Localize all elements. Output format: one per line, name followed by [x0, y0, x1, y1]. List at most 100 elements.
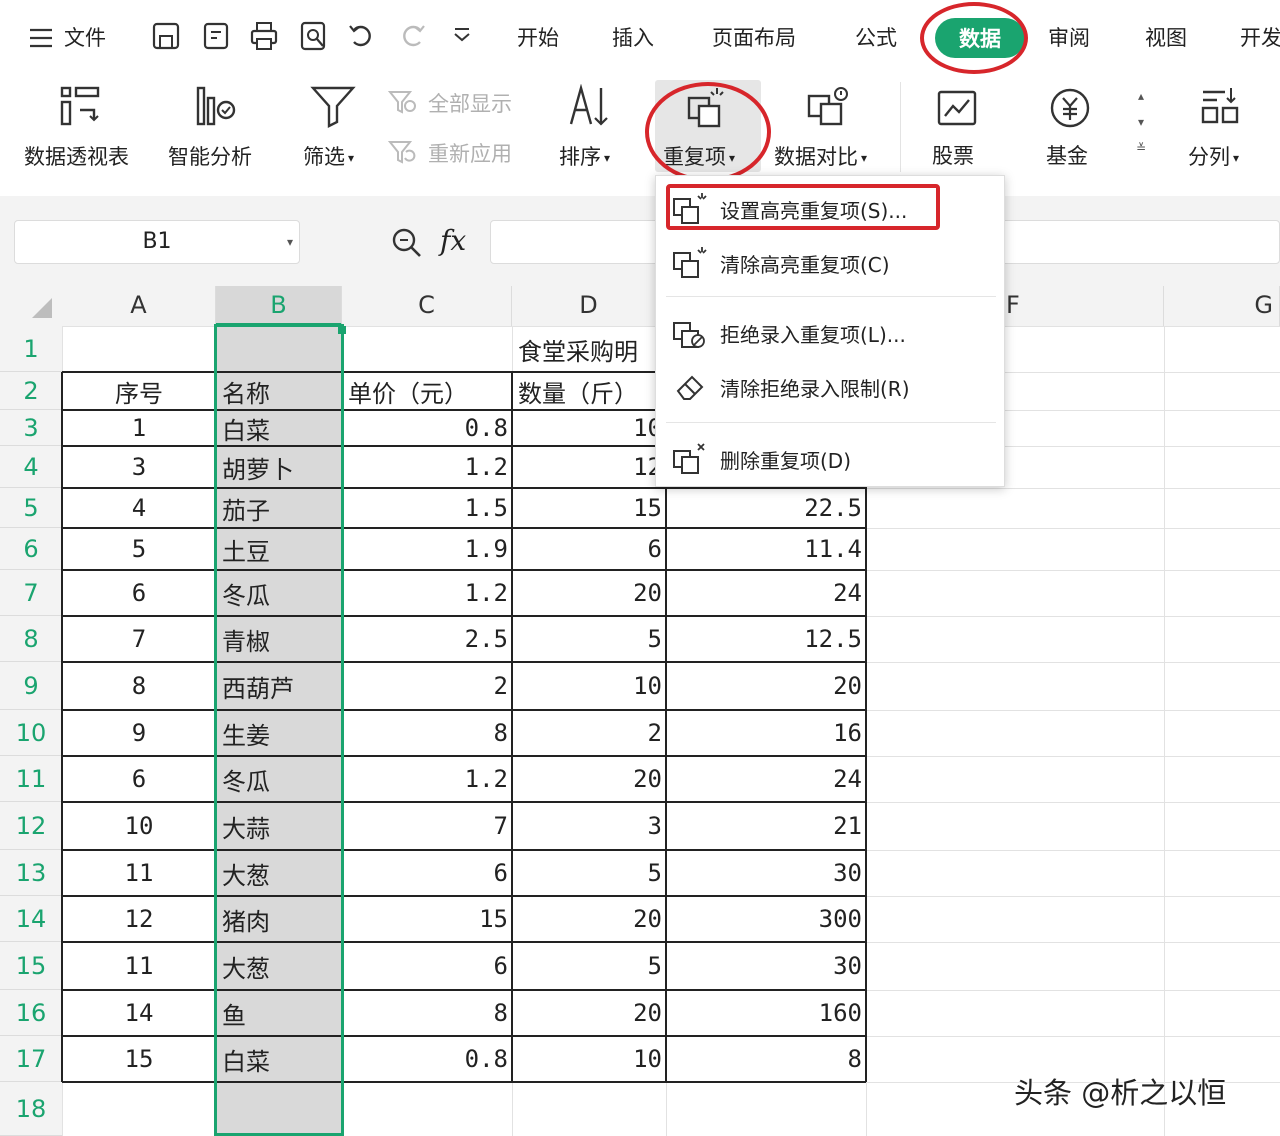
cell-qty[interactable]: 10: [512, 1036, 666, 1082]
cell-seq[interactable]: 5: [62, 528, 216, 570]
cell-price[interactable]: 1.9: [342, 528, 512, 570]
cell-seq[interactable]: 6: [62, 756, 216, 802]
cell-price[interactable]: 1.2: [342, 756, 512, 802]
chevron-down-icon[interactable]: ▾: [287, 221, 293, 263]
sort-label[interactable]: 排序 ▾: [559, 141, 610, 171]
funds-icon[interactable]: [1043, 86, 1097, 130]
cell-qty[interactable]: 12: [512, 446, 666, 488]
name-box[interactable]: B1 ▾: [14, 220, 300, 264]
cell-seq[interactable]: 8: [62, 662, 216, 710]
row-header[interactable]: 2: [0, 372, 62, 410]
cell-seq[interactable]: 7: [62, 616, 216, 662]
row-header[interactable]: 14: [0, 896, 62, 942]
cell-price[interactable]: 1.2: [342, 570, 512, 616]
tab-formulas[interactable]: 公式: [855, 22, 897, 52]
cell-seq[interactable]: 11: [62, 942, 216, 990]
sheet-title-cell[interactable]: 食堂采购明: [512, 326, 662, 372]
cell-name[interactable]: 土豆: [216, 528, 342, 570]
data-compare-icon[interactable]: [800, 84, 854, 128]
tab-insert[interactable]: 插入: [612, 22, 654, 52]
cell-price[interactable]: 1.5: [342, 488, 512, 528]
menu-file[interactable]: 文件: [64, 22, 106, 52]
cell-qty[interactable]: 5: [512, 850, 666, 896]
row-header[interactable]: 12: [0, 802, 62, 850]
zoom-search-icon[interactable]: [390, 226, 424, 260]
cell-name[interactable]: 鱼: [216, 990, 342, 1036]
scroll-down-icon[interactable]: ▾: [1133, 112, 1149, 132]
cell-price[interactable]: 2: [342, 662, 512, 710]
cell-seq[interactable]: 11: [62, 850, 216, 896]
cell-qty[interactable]: 10: [512, 410, 666, 446]
stocks-label[interactable]: 股票: [932, 140, 974, 170]
cell-name[interactable]: 白菜: [216, 1036, 342, 1082]
sort-icon[interactable]: [562, 84, 616, 128]
cell-price[interactable]: 15: [342, 896, 512, 942]
stocks-icon[interactable]: [930, 86, 984, 130]
cell-qty[interactable]: 20: [512, 756, 666, 802]
menu-item-set-highlight-duplicates[interactable]: 设置高亮重复项(S)...: [656, 184, 1004, 234]
cell-name[interactable]: 白菜: [216, 410, 342, 446]
column-header-d[interactable]: D: [512, 286, 666, 326]
cell-total[interactable]: 20: [666, 662, 866, 710]
header-cell-seq[interactable]: 序号: [62, 372, 216, 410]
row-header[interactable]: 17: [0, 1036, 62, 1082]
cell-seq[interactable]: 10: [62, 802, 216, 850]
cell-name[interactable]: 胡萝卜: [216, 446, 342, 488]
cell-total[interactable]: 30: [666, 942, 866, 990]
cell-price[interactable]: 6: [342, 942, 512, 990]
cell-qty[interactable]: 20: [512, 570, 666, 616]
tab-home[interactable]: 开始: [517, 22, 559, 52]
cell-name[interactable]: 冬瓜: [216, 756, 342, 802]
cell-name[interactable]: 大葱: [216, 850, 342, 896]
cell-seq[interactable]: 4: [62, 488, 216, 528]
filter-label[interactable]: 筛选 ▾: [303, 141, 354, 171]
cell-qty[interactable]: 3: [512, 802, 666, 850]
menu-item-reject-duplicates[interactable]: 拒绝录入重复项(L)...: [656, 308, 1004, 358]
header-cell-qty[interactable]: 数量（斤）: [512, 372, 662, 410]
cell-qty[interactable]: 5: [512, 616, 666, 662]
row-header[interactable]: 8: [0, 616, 62, 662]
select-all-corner[interactable]: [0, 286, 62, 326]
fx-icon[interactable]: fx: [440, 224, 466, 257]
cell-seq[interactable]: 14: [62, 990, 216, 1036]
row-header[interactable]: 16: [0, 990, 62, 1036]
cell-price[interactable]: 2.5: [342, 616, 512, 662]
smart-analysis-icon[interactable]: [188, 84, 244, 128]
gallery-expand-icon[interactable]: ≚: [1133, 138, 1149, 158]
cell-name[interactable]: 西葫芦: [216, 662, 342, 710]
column-header-g[interactable]: G: [1164, 286, 1280, 326]
cell-total[interactable]: 12.5: [666, 616, 866, 662]
redo-icon[interactable]: [396, 18, 428, 54]
row-header[interactable]: 7: [0, 570, 62, 616]
hamburger-menu-icon[interactable]: [26, 20, 58, 56]
duplicates-label[interactable]: 重复项 ▾: [663, 141, 735, 171]
duplicates-icon[interactable]: [680, 84, 734, 128]
row-header[interactable]: 4: [0, 446, 62, 488]
cell-seq[interactable]: 3: [62, 446, 216, 488]
row-header[interactable]: 5: [0, 488, 62, 528]
row-header[interactable]: 11: [0, 756, 62, 802]
cell-total[interactable]: 11.4: [666, 528, 866, 570]
cell-seq[interactable]: 1: [62, 410, 216, 446]
row-header[interactable]: 18: [0, 1082, 62, 1136]
cell-seq[interactable]: 9: [62, 710, 216, 756]
cell-name[interactable]: 大葱: [216, 942, 342, 990]
undo-icon[interactable]: [346, 18, 378, 54]
cell-price[interactable]: 8: [342, 710, 512, 756]
split-columns-icon[interactable]: [1194, 84, 1248, 128]
cell-name[interactable]: 青椒: [216, 616, 342, 662]
fill-handle[interactable]: [338, 326, 346, 334]
reapply-button[interactable]: 重新应用: [428, 138, 512, 168]
cell-seq[interactable]: 12: [62, 896, 216, 942]
cell-price[interactable]: 8: [342, 990, 512, 1036]
header-cell-price[interactable]: 单价（元）: [342, 372, 512, 410]
menu-item-clear-reject-limit[interactable]: 清除拒绝录入限制(R): [656, 362, 1004, 412]
split-columns-label[interactable]: 分列 ▾: [1188, 141, 1239, 171]
filter-icon[interactable]: [306, 84, 360, 128]
tab-data[interactable]: 数据: [935, 18, 1025, 58]
pivot-table-icon[interactable]: [52, 84, 108, 128]
header-cell-name[interactable]: 名称: [216, 372, 342, 410]
cell-total[interactable]: 160: [666, 990, 866, 1036]
cell-price[interactable]: 0.8: [342, 1036, 512, 1082]
funds-label[interactable]: 基金: [1046, 140, 1088, 170]
